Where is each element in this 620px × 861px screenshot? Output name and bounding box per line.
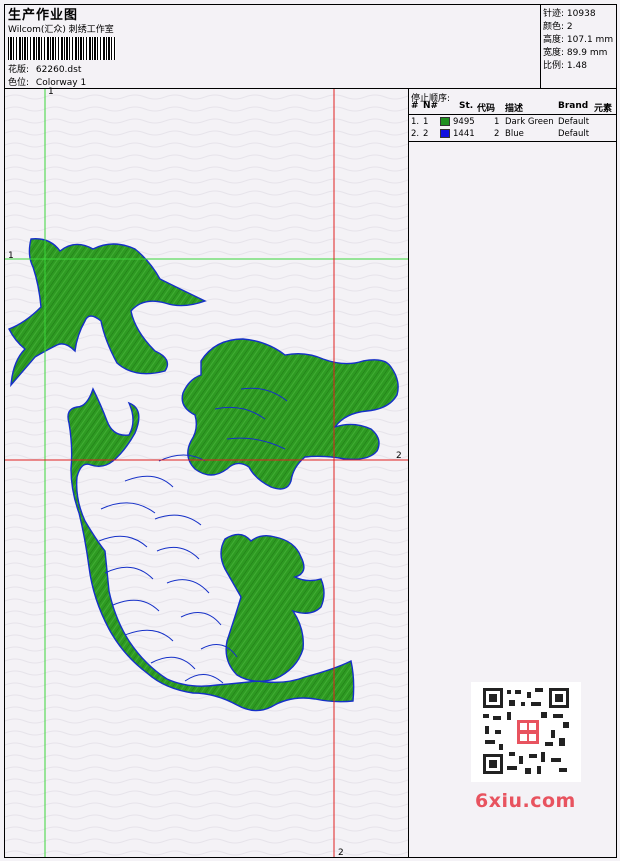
stat-height-value: 107.1 mm [566,35,614,45]
guide-red-bottom-label: 2 [338,848,344,858]
row-brand: Default [558,129,590,139]
stat-stitches: 针迹: 10938 [543,9,596,19]
design-file-label: 花版: [8,65,30,75]
stat-scale-value: 1.48 [566,61,587,71]
row-n: 1 [423,117,429,127]
row-brand: Default [558,117,590,127]
col-header-num: # [411,101,419,111]
stat-stitches-value: 10938 [566,9,596,19]
page-title: 生产作业图 [8,8,79,23]
colorway-label: 色位: [8,78,30,88]
design-file-value: 62260.dst [35,65,82,75]
stat-scale: 比例: 1.48 [543,61,587,71]
row-num: 2. [411,129,420,139]
col-header-brand: Brand [558,101,589,111]
stat-colors: 颜色: 2 [543,22,573,32]
color-swatch-blue [440,129,450,138]
stat-width-value: 89.9 mm [566,48,608,58]
stat-width: 宽度: 89.9 mm [543,48,608,58]
col-header-code: 代码 [477,104,496,114]
software-subtitle: Wilcom(汇众) 刺绣工作室 [8,25,114,35]
row-code: 1 [494,117,500,127]
row-n: 2 [423,129,429,139]
qr-code [471,682,581,782]
row-stitches: 9495 [453,117,475,127]
color-swatch-dark-green [440,117,450,126]
design-canvas[interactable] [5,89,408,857]
colorway-value: Colorway 1 [35,78,87,88]
stat-height: 高度: 107.1 mm [543,35,614,45]
stats-divider [540,5,541,88]
col-header-st: St. [459,101,474,111]
table-bottom-rule [409,141,616,142]
guide-green-top-label: 1 [48,87,54,97]
watermark-text: 6xiu.com [475,790,576,812]
row-num: 1. [411,117,420,127]
row-description: Blue [505,129,524,139]
col-header-desc: 描述 [505,104,524,114]
row-description: Dark Green [505,117,554,127]
col-header-n: N# [423,101,439,111]
embroidery-preview [5,89,408,857]
row-stitches: 1441 [453,129,475,139]
design-file-row: 花版: 62260.dst [8,62,81,75]
panel-divider [408,88,409,857]
col-header-element: 元素 [594,104,613,114]
table-header-rule [409,114,616,115]
guide-red-right-label: 2 [396,451,402,461]
stat-colors-value: 2 [566,22,573,32]
barcode [8,37,116,60]
row-code: 2 [494,129,500,139]
guide-green-left-label: 1 [8,251,14,261]
